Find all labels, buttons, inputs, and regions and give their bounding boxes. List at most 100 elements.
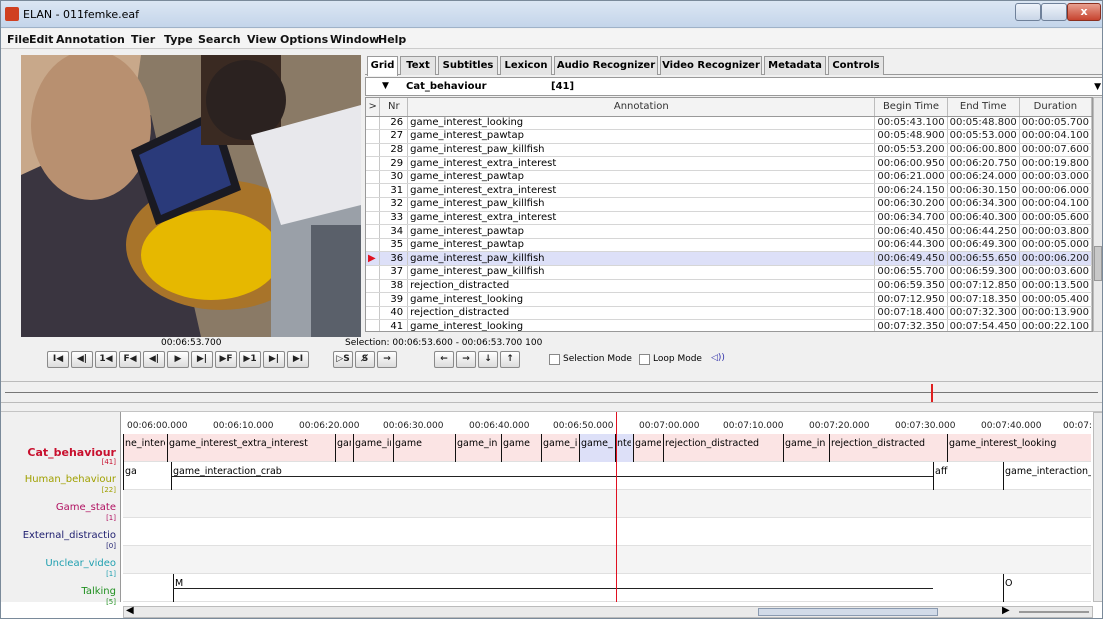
upper-tier-button[interactable]: ↑ bbox=[500, 351, 520, 368]
cat-annotation[interactable]: game_ bbox=[579, 438, 613, 449]
cat-annotation[interactable]: game_interest_extra_interest bbox=[167, 438, 331, 449]
go-to-begin-button[interactable]: I◀ bbox=[47, 351, 69, 368]
next-frame-fast-button[interactable]: ▶| bbox=[263, 351, 285, 368]
selection-mode-checkbox[interactable] bbox=[549, 354, 560, 365]
menu-options[interactable]: Options bbox=[280, 33, 328, 46]
grid-row[interactable]: 28 game_interest_paw_killfish 00:05:53.200… bbox=[366, 143, 1092, 158]
tab-video-recognizer[interactable]: Video Recognizer bbox=[660, 56, 762, 75]
menu-window[interactable]: Window bbox=[330, 33, 379, 46]
annotation-grid[interactable]: > Nr Annotation Begin Time End Time Dura… bbox=[365, 97, 1093, 332]
col-annotation-header[interactable]: Annotation bbox=[407, 98, 876, 117]
grid-scrollbar[interactable] bbox=[1093, 97, 1102, 332]
grid-row[interactable]: 40 rejection_distracted 00:07:18.400 00:07:… bbox=[366, 306, 1092, 321]
human-annotation[interactable]: game_interaction_ bbox=[1003, 466, 1091, 477]
scroll-left-icon[interactable]: ◀ bbox=[126, 605, 134, 616]
menu-tier[interactable]: Tier bbox=[131, 33, 155, 46]
cat-annotation[interactable]: rejection_distracted bbox=[829, 438, 943, 449]
col-end-header[interactable]: End Time bbox=[947, 98, 1020, 117]
lower-tier-button[interactable]: ↓ bbox=[478, 351, 498, 368]
close-button[interactable]: x bbox=[1067, 3, 1101, 21]
menu-view[interactable]: View bbox=[247, 33, 277, 46]
grid-row[interactable]: 30 game_interest_pawtap 00:06:21.000 00:06:… bbox=[366, 170, 1092, 185]
grid-row[interactable]: 35 game_interest_pawtap 00:06:44.300 00:06:… bbox=[366, 238, 1092, 253]
loop-mode-checkbox[interactable] bbox=[639, 354, 650, 365]
col-begin-header[interactable]: Begin Time bbox=[874, 98, 948, 117]
grid-row[interactable]: 41 game_interest_looking 00:07:32.350 00:07… bbox=[366, 319, 1092, 331]
cat-annotation[interactable]: game bbox=[633, 438, 661, 449]
scroll-right-icon[interactable]: ▶ bbox=[1002, 605, 1010, 616]
tab-grid[interactable]: Grid bbox=[367, 56, 398, 76]
prev-pixel-button[interactable]: ◀| bbox=[143, 351, 165, 368]
cat-annotation[interactable]: game_i bbox=[541, 438, 577, 449]
menu-search[interactable]: Search bbox=[198, 33, 241, 46]
grid-row[interactable]: 38 rejection_distracted 00:06:59.350 00:07:… bbox=[366, 279, 1092, 294]
tier-dropdown[interactable]: ▼ Cat_behaviour [41] ▼ bbox=[365, 77, 1102, 96]
volume-icon[interactable]: ◁)) bbox=[711, 353, 725, 363]
talking-annotation[interactable]: O bbox=[1003, 578, 1023, 589]
grid-row[interactable]: 34 game_interest_pawtap 00:06:40.450 00:06:… bbox=[366, 224, 1092, 239]
next-pixel-button[interactable]: ▶| bbox=[191, 351, 213, 368]
go-to-end-button[interactable]: ▶I bbox=[287, 351, 309, 368]
grid-row[interactable]: 26 game_interest_looking 00:05:43.100 00:05… bbox=[366, 116, 1092, 131]
prev-annotation-button[interactable]: ← bbox=[434, 351, 454, 368]
tab-lexicon[interactable]: Lexicon bbox=[500, 56, 552, 75]
grid-row[interactable]: 39 game_interest_looking 00:07:12.950 00:07… bbox=[366, 292, 1092, 307]
prev-frame-button[interactable]: F◀ bbox=[119, 351, 141, 368]
tier-label[interactable]: Unclear_video bbox=[45, 558, 116, 569]
cat-annotation[interactable]: gam bbox=[335, 438, 351, 449]
grid-row[interactable]: 37 game_interest_paw_killfish 00:06:55.700… bbox=[366, 265, 1092, 280]
grid-row[interactable]: 33 game_interest_extra_interest 00:06:34.7… bbox=[366, 211, 1092, 226]
next-annotation-button[interactable]: → bbox=[456, 351, 476, 368]
play-selection-button[interactable]: ▷S bbox=[333, 351, 353, 368]
next-second-button[interactable]: ▶1 bbox=[239, 351, 261, 368]
cat-annotation[interactable]: game bbox=[393, 438, 449, 449]
timeline-vscrollbar[interactable] bbox=[1093, 412, 1102, 602]
maximize-button[interactable] bbox=[1041, 3, 1067, 21]
minimize-button[interactable] bbox=[1015, 3, 1041, 21]
tab-text[interactable]: Text bbox=[400, 56, 436, 75]
tier-label[interactable]: Talking bbox=[81, 586, 116, 597]
hscroll-thumb[interactable] bbox=[758, 608, 938, 616]
tab-audio-recognizer[interactable]: Audio Recognizer bbox=[554, 56, 658, 75]
timeline-hscrollbar[interactable]: ◀ ▶ bbox=[123, 605, 1093, 618]
timeline-viewer[interactable]: Cat_behaviour [41] Human_behaviour [22] Game… bbox=[1, 411, 1102, 618]
tier-row[interactable] bbox=[123, 546, 1091, 574]
col-nr-header[interactable]: Nr bbox=[379, 98, 409, 117]
tier-row[interactable] bbox=[123, 490, 1091, 518]
cat-annotation[interactable]: game_interest_looking bbox=[947, 438, 1087, 449]
tab-subtitles[interactable]: Subtitles bbox=[438, 56, 498, 75]
menu-annotation[interactable]: Annotation bbox=[56, 33, 125, 46]
grid-scroll-thumb[interactable] bbox=[1094, 246, 1102, 281]
col-duration-header[interactable]: Duration bbox=[1019, 98, 1092, 117]
overview-ruler[interactable] bbox=[1, 381, 1102, 403]
tier-label[interactable]: External_distractio bbox=[23, 530, 116, 541]
cat-annotation[interactable]: game_int bbox=[455, 438, 497, 449]
cat-annotation[interactable]: nte bbox=[615, 438, 631, 449]
clear-selection-button[interactable]: S̸ bbox=[355, 351, 375, 368]
tier-row[interactable] bbox=[123, 518, 1091, 546]
cat-annotation[interactable]: rejection_distracted bbox=[663, 438, 781, 449]
grid-row[interactable]: 29 game_interest_extra_interest 00:06:00.9… bbox=[366, 156, 1092, 171]
next-frame-button[interactable]: ▶F bbox=[215, 351, 237, 368]
menu-type[interactable]: Type bbox=[164, 33, 193, 46]
menu-edit[interactable]: Edit bbox=[29, 33, 53, 46]
selection-end-button[interactable]: → bbox=[377, 351, 397, 368]
playhead-cursor[interactable] bbox=[616, 412, 617, 602]
cat-annotation[interactable]: ne_intere bbox=[123, 438, 165, 449]
grid-row[interactable]: 31 game_interest_extra_interest 00:06:24.1… bbox=[366, 183, 1092, 199]
video-viewer[interactable] bbox=[21, 55, 361, 337]
prev-second-button[interactable]: 1◀ bbox=[95, 351, 117, 368]
menu-file[interactable]: File bbox=[7, 33, 30, 46]
grid-row[interactable]: ▶ 36 game_interest_paw_killfish 00:06:49.45… bbox=[366, 251, 1092, 267]
cat-annotation[interactable]: game bbox=[501, 438, 539, 449]
menu-help[interactable]: Help bbox=[378, 33, 406, 46]
tier-label[interactable]: Game_state bbox=[56, 502, 116, 513]
prev-frame-fast-button[interactable]: ◀| bbox=[71, 351, 93, 368]
play-button[interactable]: ▶ bbox=[167, 351, 189, 368]
human-annotation[interactable]: ga bbox=[123, 466, 137, 477]
tier-label[interactable]: Human_behaviour bbox=[25, 474, 116, 485]
grid-row[interactable]: 32 game_interest_paw_killfish 00:06:30.200… bbox=[366, 197, 1092, 212]
grid-row[interactable]: 27 game_interest_pawtap 00:05:48.900 00:05:… bbox=[366, 129, 1092, 144]
human-annotation[interactable]: aff bbox=[933, 466, 949, 477]
tab-controls[interactable]: Controls bbox=[828, 56, 884, 75]
